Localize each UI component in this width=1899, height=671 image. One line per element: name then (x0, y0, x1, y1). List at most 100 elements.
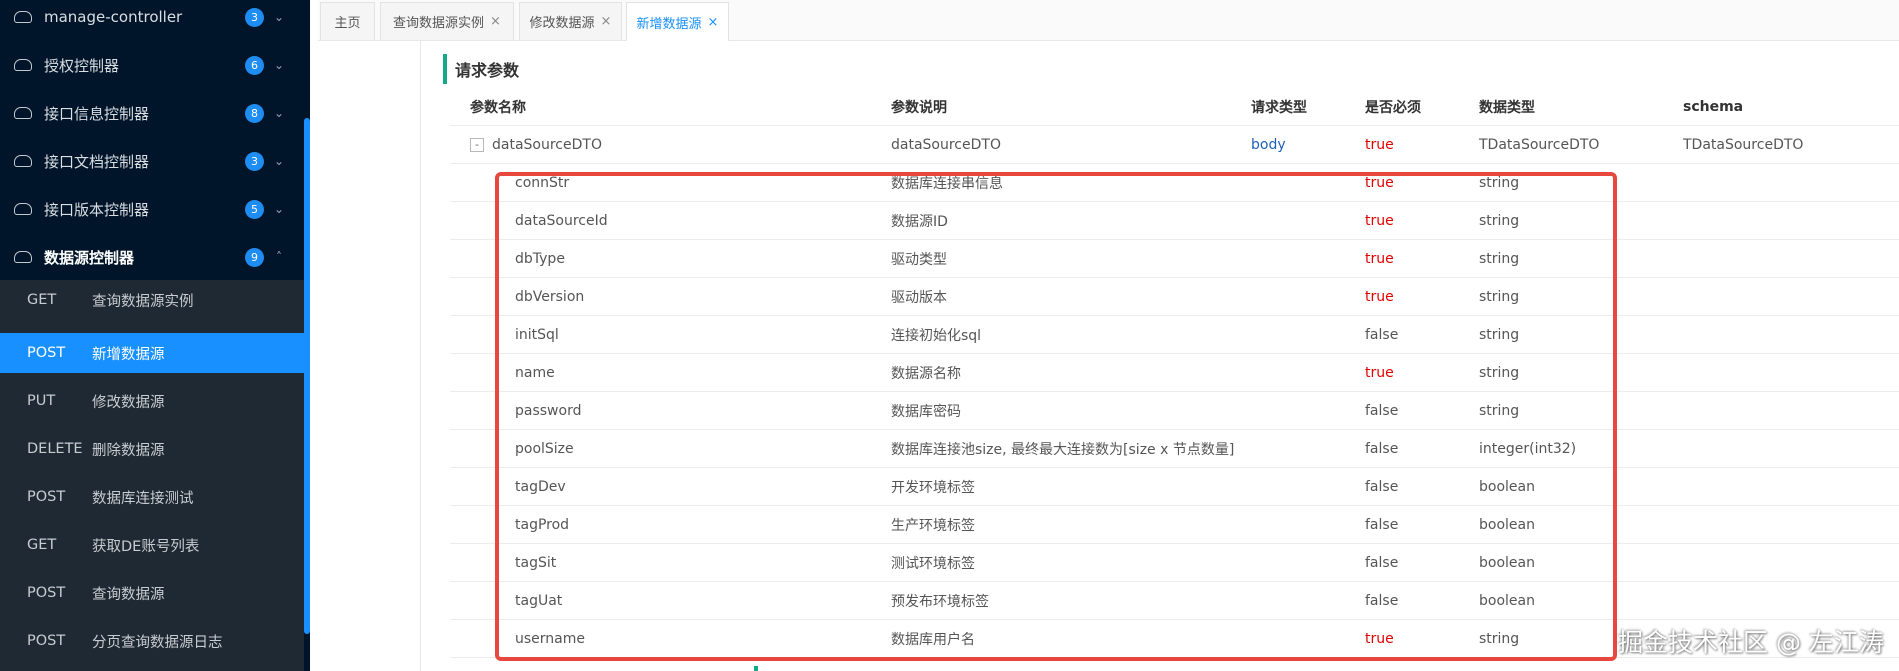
sidebar-group-auth[interactable]: 授权控制器 6 ⌄ (0, 41, 304, 89)
http-method: POST (27, 345, 66, 361)
param-type: integer(int32) (1479, 440, 1577, 457)
param-desc: 数据库用户名 (891, 631, 975, 648)
param-name: dbType (515, 250, 565, 267)
param-required: true (1365, 212, 1394, 229)
param-name: password (515, 402, 582, 419)
param-desc: 数据源ID (891, 213, 948, 230)
param-required: false (1365, 326, 1399, 343)
cloud-icon (14, 203, 32, 215)
param-required: false (1365, 478, 1399, 495)
cloud-icon (14, 107, 32, 119)
http-method: GET (27, 292, 57, 308)
api-item-delete-datasource[interactable]: DELETE 删除数据源 (0, 429, 304, 469)
param-required: false (1365, 554, 1399, 571)
api-label: 修改数据源 (92, 394, 165, 411)
http-method: POST (27, 585, 66, 601)
close-icon[interactable]: × (708, 15, 719, 30)
http-method: POST (27, 633, 66, 649)
param-name: poolSize (515, 440, 574, 457)
api-item-add-datasource[interactable]: POST 新增数据源 (0, 333, 304, 373)
sidebar-group-manage-controller[interactable]: manage-controller 3 ⌄ (0, 0, 304, 41)
api-item-query-datasource[interactable]: POST 查询数据源 (0, 573, 304, 613)
close-icon[interactable]: × (601, 14, 612, 29)
api-item-get-instances[interactable]: GET 查询数据源实例 (0, 280, 304, 320)
param-in: body (1251, 136, 1286, 153)
group-label: manage-controller (44, 8, 183, 26)
sidebar-group-api-version[interactable]: 接口版本控制器 5 ⌄ (0, 185, 304, 233)
param-required: true (1365, 630, 1394, 647)
table-row: dbType 驱动类型 true string (450, 240, 1899, 278)
table-row: tagUat 预发布环境标签 false boolean (450, 582, 1899, 620)
param-type: string (1479, 174, 1520, 191)
param-required: true (1365, 288, 1394, 305)
close-icon[interactable]: × (490, 14, 501, 29)
api-item-get-de-accounts[interactable]: GET 获取DE账号列表 (0, 525, 304, 565)
col-header-type: 数据类型 (1479, 99, 1535, 116)
chevron-down-icon: ⌄ (273, 202, 285, 216)
col-header-in: 请求类型 (1251, 99, 1307, 116)
param-desc: 驱动类型 (891, 251, 947, 268)
api-item-edit-datasource[interactable]: PUT 修改数据源 (0, 381, 304, 421)
param-name: - dataSourceDTO (470, 137, 602, 153)
cloud-icon (14, 251, 32, 263)
next-section-marker (754, 666, 758, 671)
api-item-page-logs[interactable]: POST 分页查询数据源日志 (0, 621, 304, 661)
count-badge: 9 (245, 247, 264, 267)
api-item-test-connection[interactable]: POST 数据库连接测试 (0, 477, 304, 517)
param-name: dbVersion (515, 288, 585, 305)
chevron-down-icon: ⌄ (273, 10, 285, 24)
tab-label: 查询数据源实例 (393, 16, 485, 31)
tab-query-instances[interactable]: 查询数据源实例 × (380, 2, 514, 40)
api-label: 新增数据源 (92, 346, 165, 363)
chevron-down-icon: ⌄ (273, 106, 285, 120)
param-desc: 连接初始化sql (891, 327, 982, 344)
param-required: true (1365, 364, 1394, 381)
tab-edit-datasource[interactable]: 修改数据源 × (519, 2, 622, 40)
param-required: true (1365, 136, 1394, 153)
param-type: boolean (1479, 516, 1535, 533)
http-method: POST (27, 489, 66, 505)
tab-label: 新增数据源 (636, 16, 702, 32)
param-name: dataSourceId (515, 212, 608, 229)
param-type: string (1479, 250, 1520, 267)
count-badge: 3 (245, 7, 264, 27)
param-name: tagProd (515, 516, 570, 533)
col-header-schema: schema (1683, 98, 1744, 115)
param-name: tagDev (515, 478, 566, 495)
param-name: initSql (515, 326, 559, 343)
param-name: tagSit (515, 554, 557, 571)
sidebar: manage-controller 3 ⌄ 授权控制器 6 ⌄ 接口信息控制器 … (0, 0, 310, 671)
param-desc: 数据源名称 (891, 365, 961, 382)
http-method: DELETE (27, 441, 83, 457)
collapse-toggle[interactable]: - (470, 137, 484, 152)
group-label: 数据源控制器 (44, 248, 135, 267)
param-type: string (1479, 364, 1520, 381)
group-label: 接口文档控制器 (44, 152, 150, 171)
chevron-down-icon: ⌄ (273, 154, 285, 168)
api-label: 查询数据源实例 (92, 293, 194, 310)
http-method: GET (27, 537, 57, 553)
table-row: tagDev 开发环境标签 false boolean (450, 468, 1899, 506)
count-badge: 8 (245, 103, 264, 123)
sidebar-group-api-info[interactable]: 接口信息控制器 8 ⌄ (0, 89, 304, 137)
table-row-parent: - dataSourceDTO dataSourceDTO body true T… (450, 126, 1899, 164)
http-method: PUT (27, 393, 56, 409)
col-header-required: 是否必须 (1365, 99, 1421, 116)
param-required: false (1365, 402, 1399, 419)
sidebar-group-datasource[interactable]: 数据源控制器 9 ˄ (0, 233, 304, 281)
param-type: string (1479, 630, 1520, 647)
api-list: GET 查询数据源实例 POST 新增数据源 PUT 修改数据源 DELETE … (0, 280, 304, 671)
tab-home[interactable]: 主页 (320, 2, 375, 40)
tab-add-datasource[interactable]: 新增数据源 × (626, 2, 729, 41)
section-title: 请求参数 (443, 54, 519, 84)
main-content: 主页 查询数据源实例 × 修改数据源 × 新增数据源 × 请求参数 参数名称 参… (310, 0, 1899, 671)
param-type: TDataSourceDTO (1479, 136, 1600, 153)
group-label: 授权控制器 (44, 56, 120, 75)
param-desc: 驱动版本 (891, 289, 947, 306)
param-name-text: dataSourceDTO (492, 136, 602, 153)
param-name: username (515, 630, 585, 647)
param-type: string (1479, 212, 1520, 229)
count-badge: 5 (245, 199, 264, 219)
api-label: 获取DE账号列表 (92, 538, 200, 555)
sidebar-group-api-doc[interactable]: 接口文档控制器 3 ⌄ (0, 137, 304, 185)
